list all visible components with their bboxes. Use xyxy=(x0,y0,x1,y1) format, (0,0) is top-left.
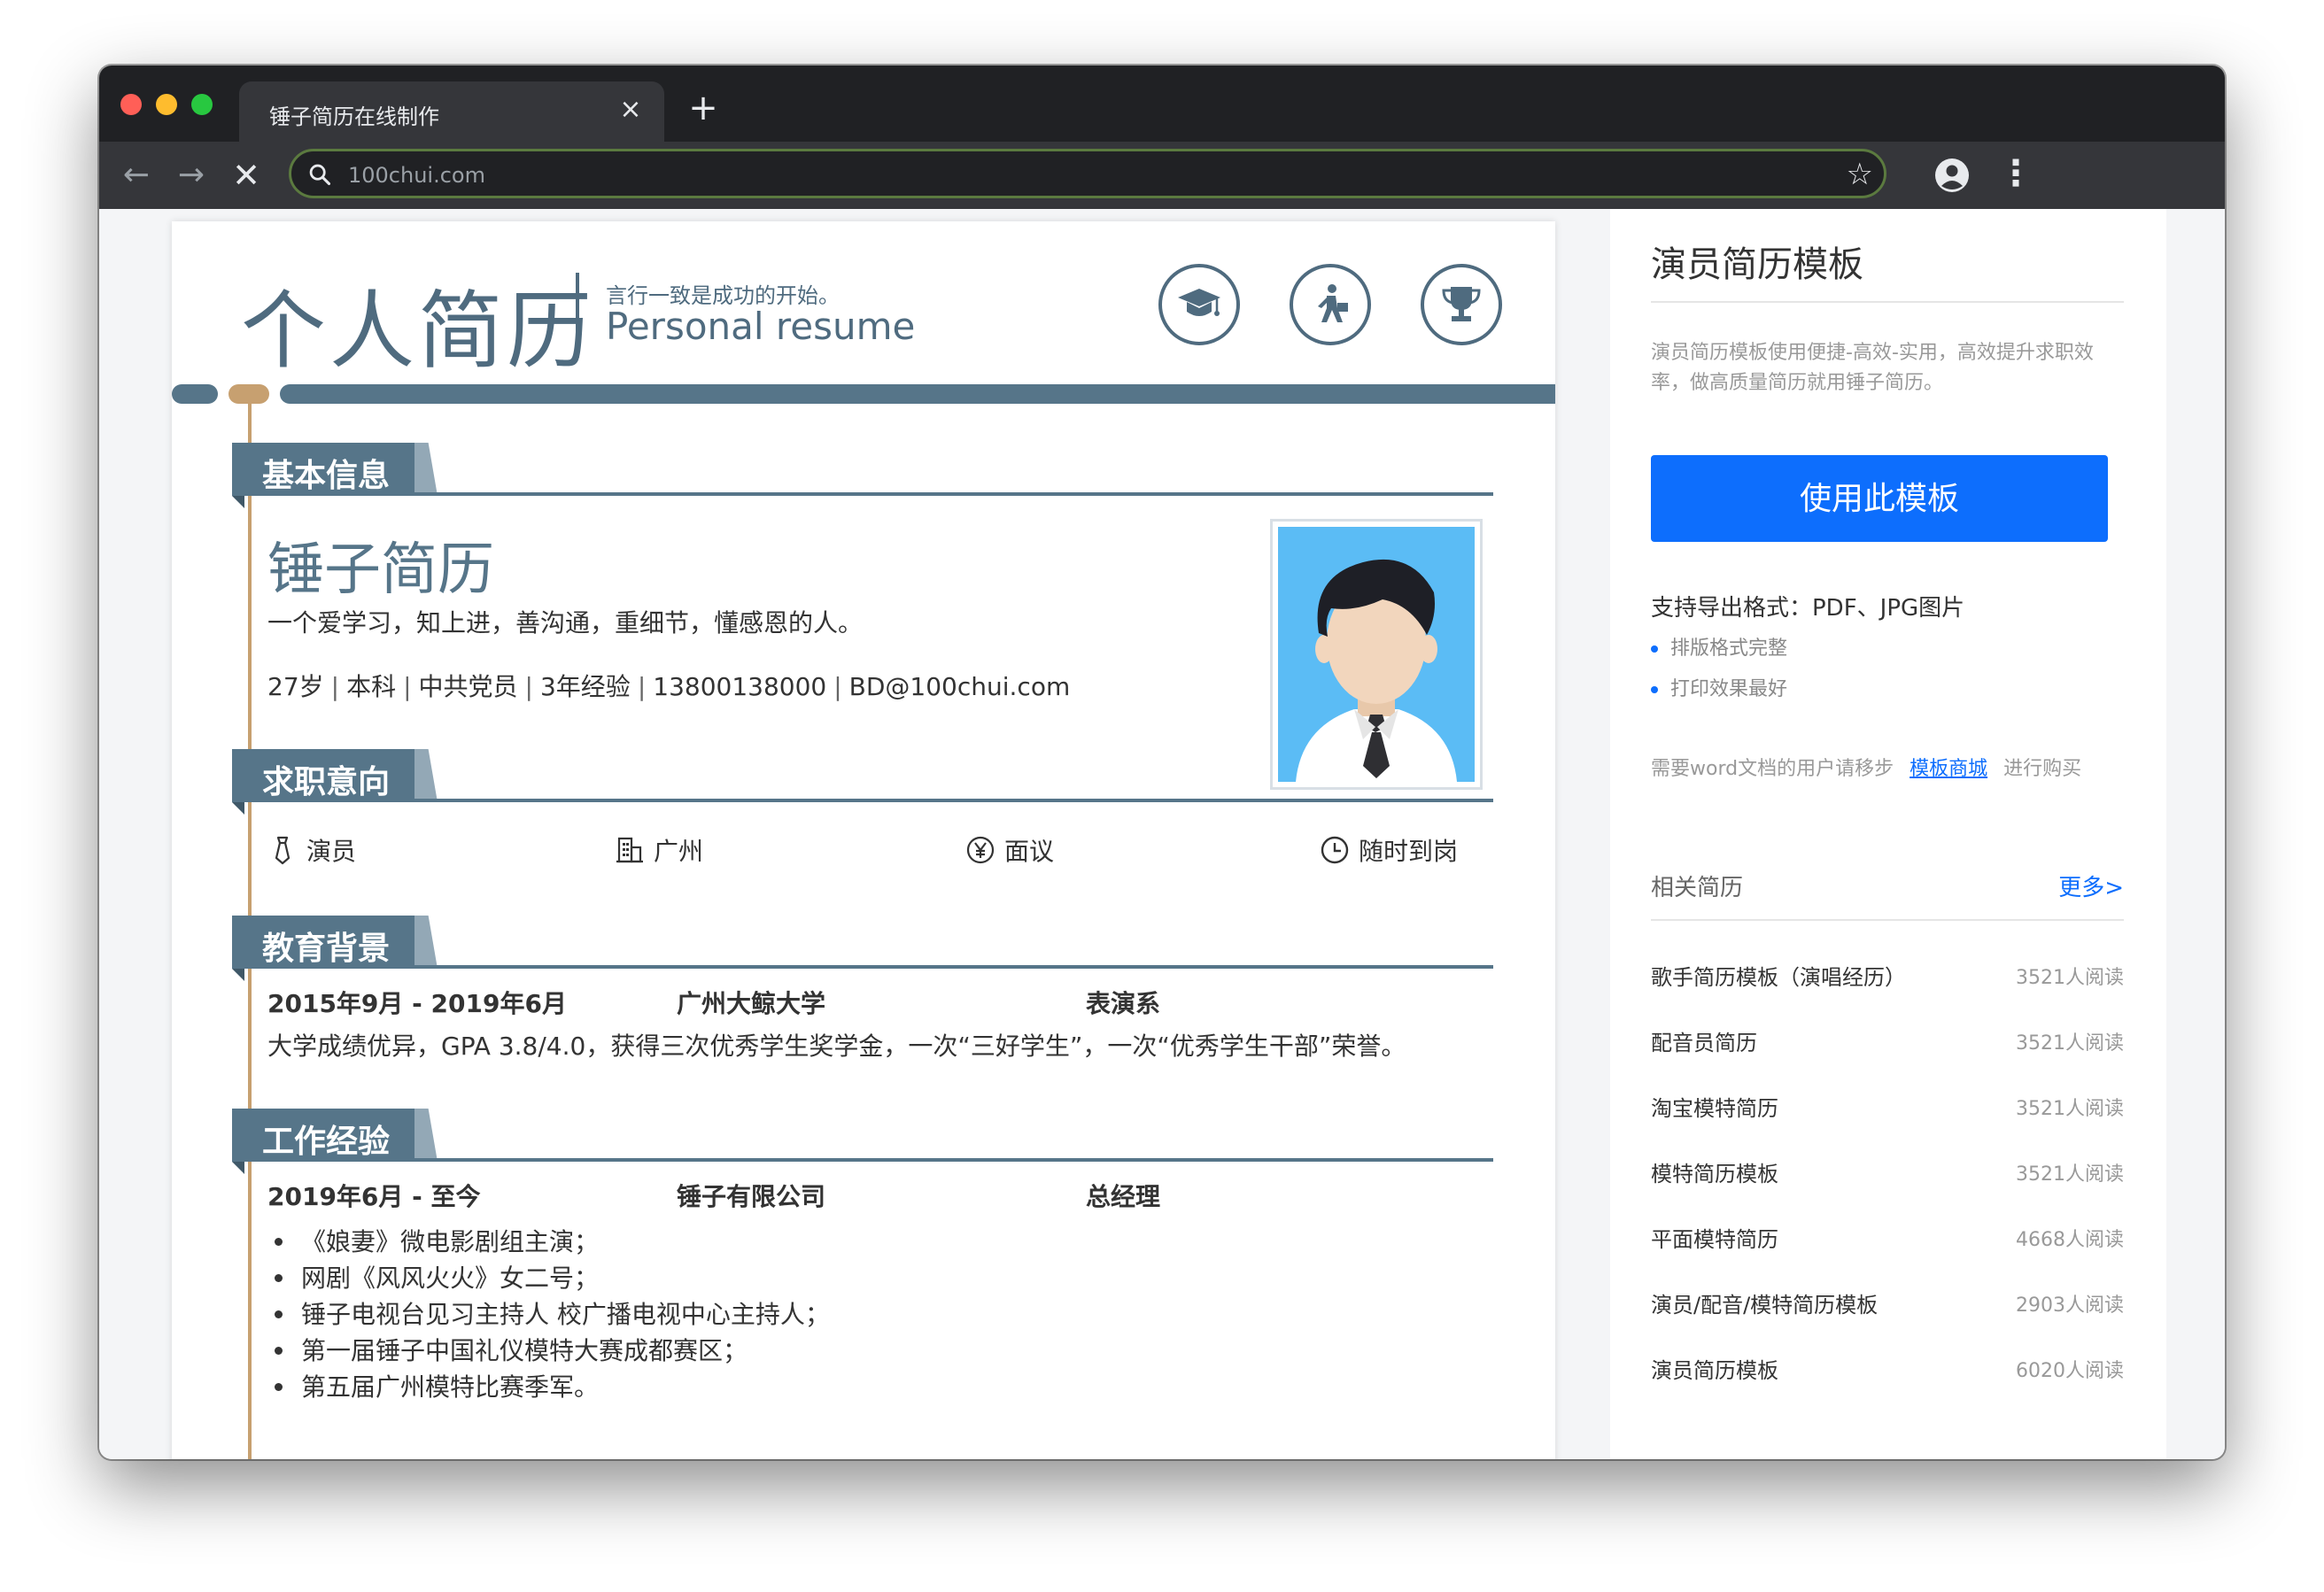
minimize-window-button[interactable] xyxy=(156,94,177,115)
related-item[interactable]: 演员简历模板 6020人阅读 xyxy=(1651,1353,2124,1388)
url-input[interactable] xyxy=(346,162,1767,189)
candidate-intro: 一个爱学习，知上进，善沟通，重细节，懂感恩的人。 xyxy=(267,608,864,638)
address-bar[interactable]: ☆ xyxy=(289,149,1886,198)
work-position: 总经理 xyxy=(1086,1182,1161,1211)
intent-availability: 随时到岗 xyxy=(1320,832,1458,868)
export-formats: 支持导出格式：PDF、JPG图片 xyxy=(1651,595,1965,622)
related-item[interactable]: 歌手简历模板（演唱经历） 3521人阅读 xyxy=(1651,960,2124,995)
template-title: 演员简历模板 xyxy=(1651,244,1863,285)
intent-salary: 面议 xyxy=(965,832,1054,868)
walking-person-icon xyxy=(1290,264,1371,345)
graduation-cap-icon xyxy=(1158,264,1240,345)
related-header: 相关简历 更多> xyxy=(1651,869,2124,902)
candidate-name: 锤子简历 xyxy=(267,537,494,603)
related-label: 相关简历 xyxy=(1651,875,1744,901)
list-item: 第五届广州模特比赛季军。 xyxy=(267,1369,830,1405)
browser-toolbar: ← → ✕ ☆ ⋮ xyxy=(99,142,2225,209)
related-item[interactable]: 模特简历模板 3521人阅读 xyxy=(1651,1156,2124,1192)
maximize-window-button[interactable] xyxy=(191,94,213,115)
stop-loading-icon[interactable]: ✕ xyxy=(223,152,269,198)
trophy-icon xyxy=(1421,264,1502,345)
header-divider xyxy=(576,273,579,358)
resume-preview: 个人简历 言行一致是成功的开始。 Personal resume 基本信息 锤子… xyxy=(172,221,1555,1459)
header-bar-left xyxy=(172,384,218,404)
work-period: 2019年6月 - 至今 xyxy=(267,1182,481,1211)
related-item[interactable]: 演员/配音/模特简历模板 2903人阅读 xyxy=(1651,1287,2124,1323)
page-viewport: 个人简历 言行一致是成功的开始。 Personal resume 基本信息 锤子… xyxy=(99,209,2225,1459)
profile-avatar-icon[interactable] xyxy=(1934,158,1970,193)
bookmark-star-icon[interactable]: ☆ xyxy=(1847,157,1873,192)
work-duties: 《娘妻》微电影剧组主演； 网剧《风风火火》女二号； 锤子电视台见习主持人 校广播… xyxy=(267,1224,830,1405)
close-window-button[interactable] xyxy=(120,94,142,115)
divider xyxy=(1651,301,2124,303)
word-note: 需要word文档的用户请移步 模板商城 进行购买 xyxy=(1651,758,2082,780)
template-store-link[interactable]: 模板商城 xyxy=(1894,758,2003,780)
section-label: 基本信息 xyxy=(262,458,391,494)
tie-icon xyxy=(275,836,290,865)
experience-years: 3年经验 xyxy=(539,672,631,701)
work-company: 锤子有限公司 xyxy=(677,1182,826,1211)
list-item: 第一届锤子中国礼仪模特大赛成都赛区； xyxy=(267,1333,830,1369)
browser-menu-icon[interactable]: ⋮ xyxy=(1998,152,2034,198)
political-status: 中共党员 xyxy=(418,672,518,701)
header-bar-main xyxy=(280,384,1555,404)
education-period: 2015年9月 - 2019年6月 xyxy=(267,989,567,1018)
tab-bar: 锤子简历在线制作 × + xyxy=(99,66,2225,142)
phone: 13800138000 xyxy=(653,672,827,701)
back-arrow-icon[interactable]: ← xyxy=(113,152,159,198)
email: BD@100chui.com xyxy=(848,672,1071,701)
tab-close-icon[interactable]: × xyxy=(613,92,648,128)
template-sidebar: 演员简历模板 演员简历模板使用便捷-高效-实用，高效提升求职效率，做高质量简历就… xyxy=(1610,209,2166,1459)
active-tab[interactable]: 锤子简历在线制作 × xyxy=(239,81,664,142)
list-item: 锤子电视台见习主持人 校广播电视中心主持人； xyxy=(267,1296,830,1333)
education-major: 表演系 xyxy=(1086,989,1161,1018)
education-description: 大学成绩优异，GPA 3.8/4.0，获得三次优秀学生奖学金，一次“三好学生”，… xyxy=(267,1032,1406,1061)
section-label: 求职意向 xyxy=(262,764,391,800)
new-tab-button[interactable]: + xyxy=(684,90,723,129)
forward-arrow-icon[interactable]: → xyxy=(168,152,214,198)
search-icon xyxy=(309,164,331,186)
more-link[interactable]: 更多> xyxy=(2058,869,2124,902)
education-school: 广州大鲸大学 xyxy=(677,989,826,1018)
intent-city: 广州 xyxy=(615,832,703,868)
divider xyxy=(1651,919,2124,921)
section-label: 工作经验 xyxy=(262,1124,391,1160)
list-item: 网剧《风风火火》女二号； xyxy=(267,1260,830,1296)
feature-item: 打印效果最好 xyxy=(1651,673,1787,701)
resume-subtitle-en: Personal resume xyxy=(606,305,916,348)
tab-title: 锤子简历在线制作 xyxy=(269,104,439,129)
related-item[interactable]: 淘宝模特简历 3521人阅读 xyxy=(1651,1091,2124,1126)
related-item[interactable]: 平面模特简历 4668人阅读 xyxy=(1651,1222,2124,1257)
resume-title: 个人简历 xyxy=(241,282,595,381)
degree: 本科 xyxy=(346,672,397,701)
section-label: 教育背景 xyxy=(262,931,391,967)
related-item[interactable]: 配音员简历 3521人阅读 xyxy=(1651,1025,2124,1061)
profile-photo xyxy=(1270,519,1483,790)
yen-icon xyxy=(966,836,995,864)
clock-icon xyxy=(1321,836,1349,864)
browser-window: 锤子简历在线制作 × + ← → ✕ ☆ ⋮ 个人简历 言行一致是 xyxy=(99,66,2225,1459)
feature-item: 排版格式完整 xyxy=(1651,632,1787,661)
template-description: 演员简历模板使用便捷-高效-实用，高效提升求职效率，做高质量简历就用锤子简历。 xyxy=(1651,342,2094,394)
age: 27岁 xyxy=(267,672,324,701)
header-bar-accent xyxy=(229,384,269,404)
building-icon xyxy=(616,837,643,863)
candidate-contacts: 27岁 | 本科 | 中共党员 | 3年经验 | 13800138000 | BD@100chui.… xyxy=(267,672,1071,701)
list-item: 《娘妻》微电影剧组主演； xyxy=(267,1224,830,1260)
use-template-button[interactable]: 使用此模板 xyxy=(1651,455,2108,542)
intent-role: 演员 xyxy=(267,832,356,868)
